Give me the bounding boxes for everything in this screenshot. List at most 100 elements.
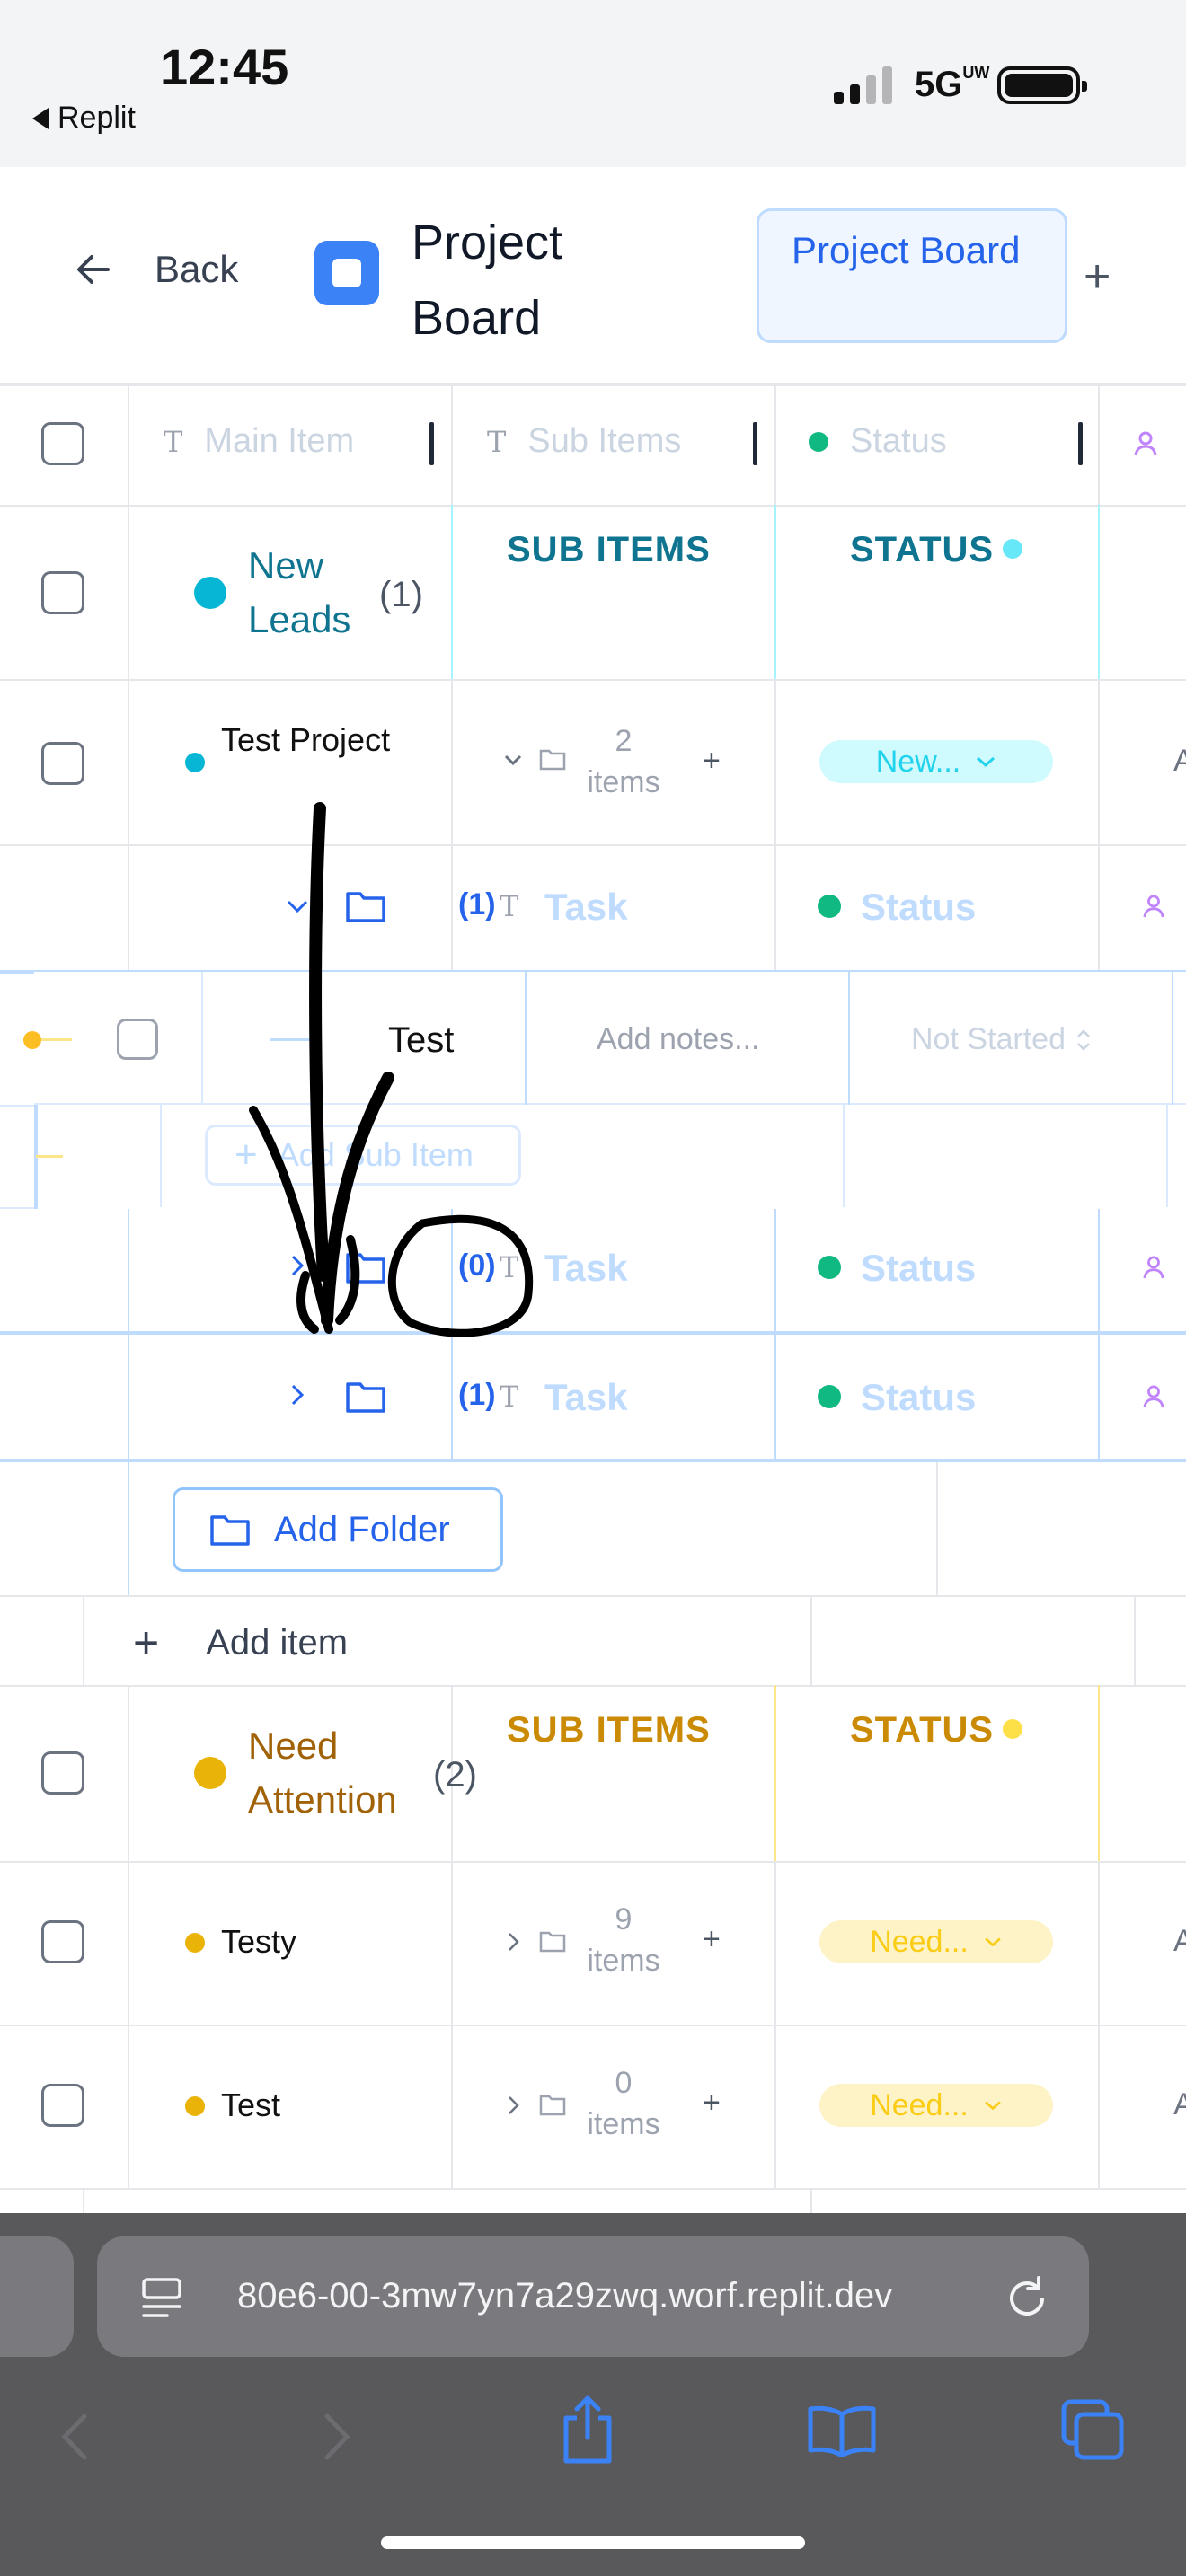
group-name[interactable]: Need Attention — [248, 1719, 428, 1827]
status-pill[interactable]: Need... — [819, 2084, 1053, 2127]
item-name[interactable]: Test — [221, 2084, 280, 2127]
notes-input[interactable]: Add notes... — [597, 1022, 759, 1057]
group-column-label-status: STATUS — [850, 530, 995, 569]
url-text: 80e6-00-3mw7yn7a29zwq.worf.replit.dev — [237, 2276, 893, 2316]
text-type-icon: T — [500, 889, 519, 923]
address-bar[interactable]: 80e6-00-3mw7yn7a29zwq.worf.replit.dev — [97, 2236, 1089, 2357]
sub-items-count[interactable]: 0 items — [571, 2062, 676, 2145]
person-icon — [1143, 895, 1164, 918]
back-label: Back — [155, 248, 239, 290]
share-icon[interactable] — [561, 2393, 615, 2465]
item-color-dot — [185, 2096, 205, 2116]
item-color-dot — [185, 753, 205, 772]
person-icon — [1134, 431, 1157, 456]
group-column-label-sub-items: SUB ITEMS — [507, 530, 711, 569]
group-checkbox[interactable] — [41, 1751, 84, 1795]
sub-item-name[interactable]: Test — [388, 1019, 454, 1062]
folder-status-label[interactable]: Status — [861, 1376, 976, 1419]
reload-icon[interactable] — [1005, 2272, 1051, 2323]
item-name[interactable]: Testy — [221, 1920, 296, 1963]
item-color-dot — [185, 1933, 205, 1953]
folder-icon — [346, 892, 385, 922]
assignee-truncated: A — [1173, 2087, 1186, 2122]
group-column-label-sub-items: SUB ITEMS — [507, 1710, 711, 1750]
chevron-right-icon[interactable] — [507, 1931, 521, 1953]
sub-item-checkbox[interactable] — [117, 1019, 158, 1060]
group-column-label-status: STATUS — [850, 1710, 995, 1750]
group-count: (2) — [433, 1755, 477, 1795]
status-dot-icon — [818, 1256, 841, 1279]
bookmarks-icon[interactable] — [807, 2404, 877, 2457]
add-sub-item-button[interactable]: + — [703, 2086, 721, 2121]
status-dot-icon — [809, 431, 828, 452]
folder-count: (1) — [458, 887, 496, 922]
chevron-right-icon[interactable] — [289, 1383, 305, 1407]
item-checkbox[interactable] — [41, 742, 84, 785]
item-checkbox[interactable] — [41, 2084, 84, 2127]
chevron-down-icon[interactable] — [286, 898, 309, 914]
chevron-right-icon[interactable] — [289, 1254, 305, 1277]
folder-count: (1) — [458, 1378, 496, 1412]
back-arrow-icon[interactable] — [59, 2413, 90, 2461]
ios-status-bar: 12:45 Replit 5GUW — [0, 0, 1186, 167]
column-resize-handle[interactable] — [1078, 422, 1083, 465]
folder-status-label[interactable]: Status — [861, 886, 976, 929]
text-type-icon: T — [500, 1380, 519, 1414]
folder-status-label[interactable]: Status — [861, 1247, 976, 1290]
add-sub-item-button[interactable]: + — [703, 744, 721, 779]
status-pill[interactable]: Need... — [819, 1920, 1053, 1963]
add-tab-button[interactable]: + — [1084, 250, 1111, 304]
sub-items-count[interactable]: 9 items — [571, 1899, 676, 1981]
text-type-icon: T — [164, 424, 183, 459]
group-name[interactable]: New Leads — [248, 539, 383, 647]
add-sub-item-button[interactable]: + — [703, 1922, 721, 1957]
add-folder-button[interactable]: Add Folder — [173, 1487, 503, 1572]
chevron-down-icon — [985, 1937, 1001, 1947]
item-name[interactable]: Test Project — [221, 719, 401, 762]
folder-task-label[interactable]: Task — [544, 1376, 628, 1419]
column-header-main-item[interactable]: T Main Item — [164, 422, 354, 461]
plus-icon: + — [133, 1618, 160, 1668]
tab-project-board[interactable]: Project Board — [757, 208, 1067, 343]
chevron-updown-icon — [1077, 1028, 1090, 1051]
plus-icon: + — [235, 1133, 258, 1177]
project-icon — [314, 241, 379, 305]
sub-items-count[interactable]: 2 items — [571, 720, 676, 803]
sub-item-status-select[interactable]: Not Started — [911, 1022, 1093, 1057]
forward-arrow-icon[interactable] — [322, 2413, 352, 2461]
drag-connector — [36, 1155, 63, 1158]
previous-tab-preview[interactable] — [0, 2236, 74, 2357]
column-resize-handle[interactable] — [753, 422, 757, 465]
back-to-app-link[interactable]: Replit — [32, 101, 136, 136]
add-item-button[interactable]: + Add item — [133, 1617, 348, 1669]
column-header-status[interactable]: Status — [809, 422, 947, 461]
back-button[interactable]: Back — [75, 248, 238, 291]
folder-icon — [539, 749, 566, 771]
group-checkbox[interactable] — [41, 571, 84, 614]
home-indicator — [381, 2536, 805, 2549]
page-menu-icon[interactable] — [140, 2276, 183, 2321]
chevron-down-icon[interactable] — [503, 753, 523, 767]
status-pill[interactable]: New... — [819, 740, 1053, 783]
assignee-truncated: A — [1173, 744, 1186, 778]
chevron-down-icon — [985, 2101, 1001, 2111]
folder-count: (0) — [458, 1248, 496, 1283]
folder-task-label[interactable]: Task — [544, 1247, 628, 1290]
drag-connector — [41, 1038, 72, 1041]
page-title: Project Board — [412, 216, 563, 345]
column-header-sub-items[interactable]: T Sub Items — [487, 422, 681, 461]
column-resize-handle[interactable] — [429, 422, 434, 465]
chevron-right-icon[interactable] — [507, 2095, 521, 2116]
tabs-icon[interactable] — [1060, 2398, 1125, 2461]
clock: 12:45 — [160, 39, 289, 95]
tree-connector — [270, 1038, 322, 1041]
app-header: Back Project Board Project Board + — [0, 167, 1186, 384]
folder-task-label[interactable]: Task — [544, 886, 628, 929]
status-dot-icon — [818, 1385, 841, 1408]
add-sub-item-button[interactable]: + Add Sub Item — [205, 1125, 521, 1186]
select-all-checkbox[interactable] — [41, 422, 84, 465]
item-checkbox[interactable] — [41, 1920, 84, 1963]
text-type-icon: T — [487, 424, 507, 459]
status-dot-icon — [1003, 539, 1022, 559]
back-triangle-icon — [32, 107, 49, 129]
